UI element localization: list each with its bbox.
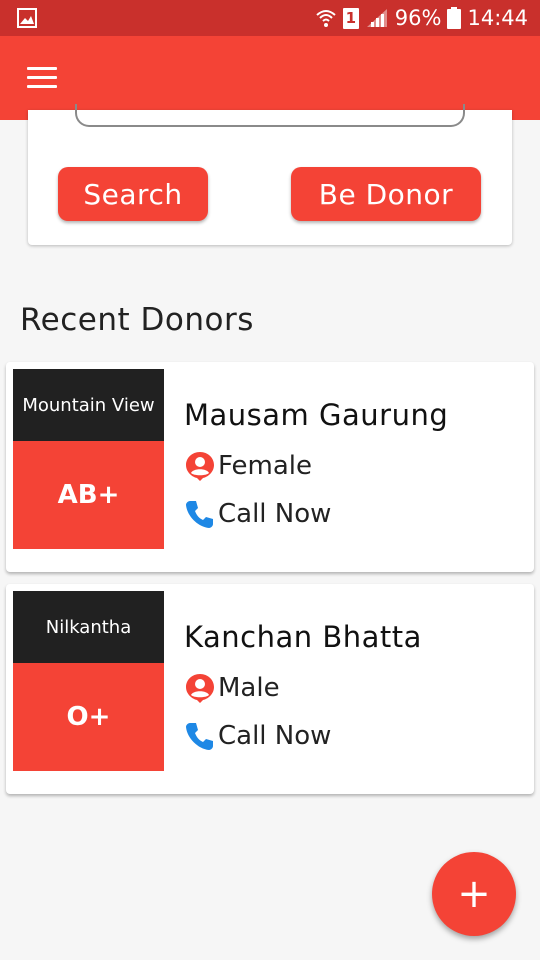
add-fab-button[interactable]: + [432, 852, 516, 936]
call-now-label: Call Now [218, 721, 332, 751]
donor-name: Mausam Gaurung [184, 398, 449, 432]
location-dropdown-field[interactable] [75, 104, 465, 127]
call-now-button[interactable]: Call Now [184, 498, 331, 530]
donor-card[interactable]: Nilkantha O+ Kanchan Bhatta Male Call No… [6, 584, 534, 794]
clock: 14:44 [467, 6, 528, 30]
blood-badge: Nilkantha O+ [13, 591, 164, 771]
hamburger-menu-icon[interactable] [27, 67, 57, 89]
gender-row: Female [184, 450, 312, 482]
donor-gender: Male [218, 673, 280, 703]
donor-location: Nilkantha [13, 591, 164, 663]
blood-badge: Mountain View AB+ [13, 369, 164, 549]
battery-icon [447, 7, 462, 29]
blood-group: AB+ [13, 441, 164, 549]
person-pin-icon [186, 674, 214, 703]
status-right: 1 96% 14:44 [315, 0, 528, 36]
call-now-label: Call Now [218, 499, 332, 529]
donor-name: Kanchan Bhatta [184, 620, 422, 654]
phone-icon [186, 723, 213, 750]
gallery-notification-icon [17, 8, 37, 28]
recent-donors-title: Recent Donors [20, 302, 254, 338]
signal-icon [366, 9, 387, 27]
call-now-button[interactable]: Call Now [184, 720, 331, 752]
search-button[interactable]: Search [58, 167, 208, 221]
status-bar: 1 96% 14:44 [0, 0, 540, 36]
search-card: Search Be Donor [28, 104, 512, 245]
donor-location: Mountain View [13, 369, 164, 441]
be-donor-button[interactable]: Be Donor [291, 167, 481, 221]
phone-icon [186, 501, 213, 528]
sim-card-icon: 1 [342, 7, 359, 29]
sim-slot-number: 1 [345, 9, 356, 27]
gender-row: Male [184, 672, 280, 704]
donor-gender: Female [218, 451, 313, 481]
blood-group: O+ [13, 663, 164, 771]
battery-percent: 96% [394, 6, 442, 30]
donor-card[interactable]: Mountain View AB+ Mausam Gaurung Female … [6, 362, 534, 572]
wifi-icon [316, 10, 336, 27]
plus-icon: + [457, 871, 491, 917]
person-pin-icon [186, 452, 214, 481]
